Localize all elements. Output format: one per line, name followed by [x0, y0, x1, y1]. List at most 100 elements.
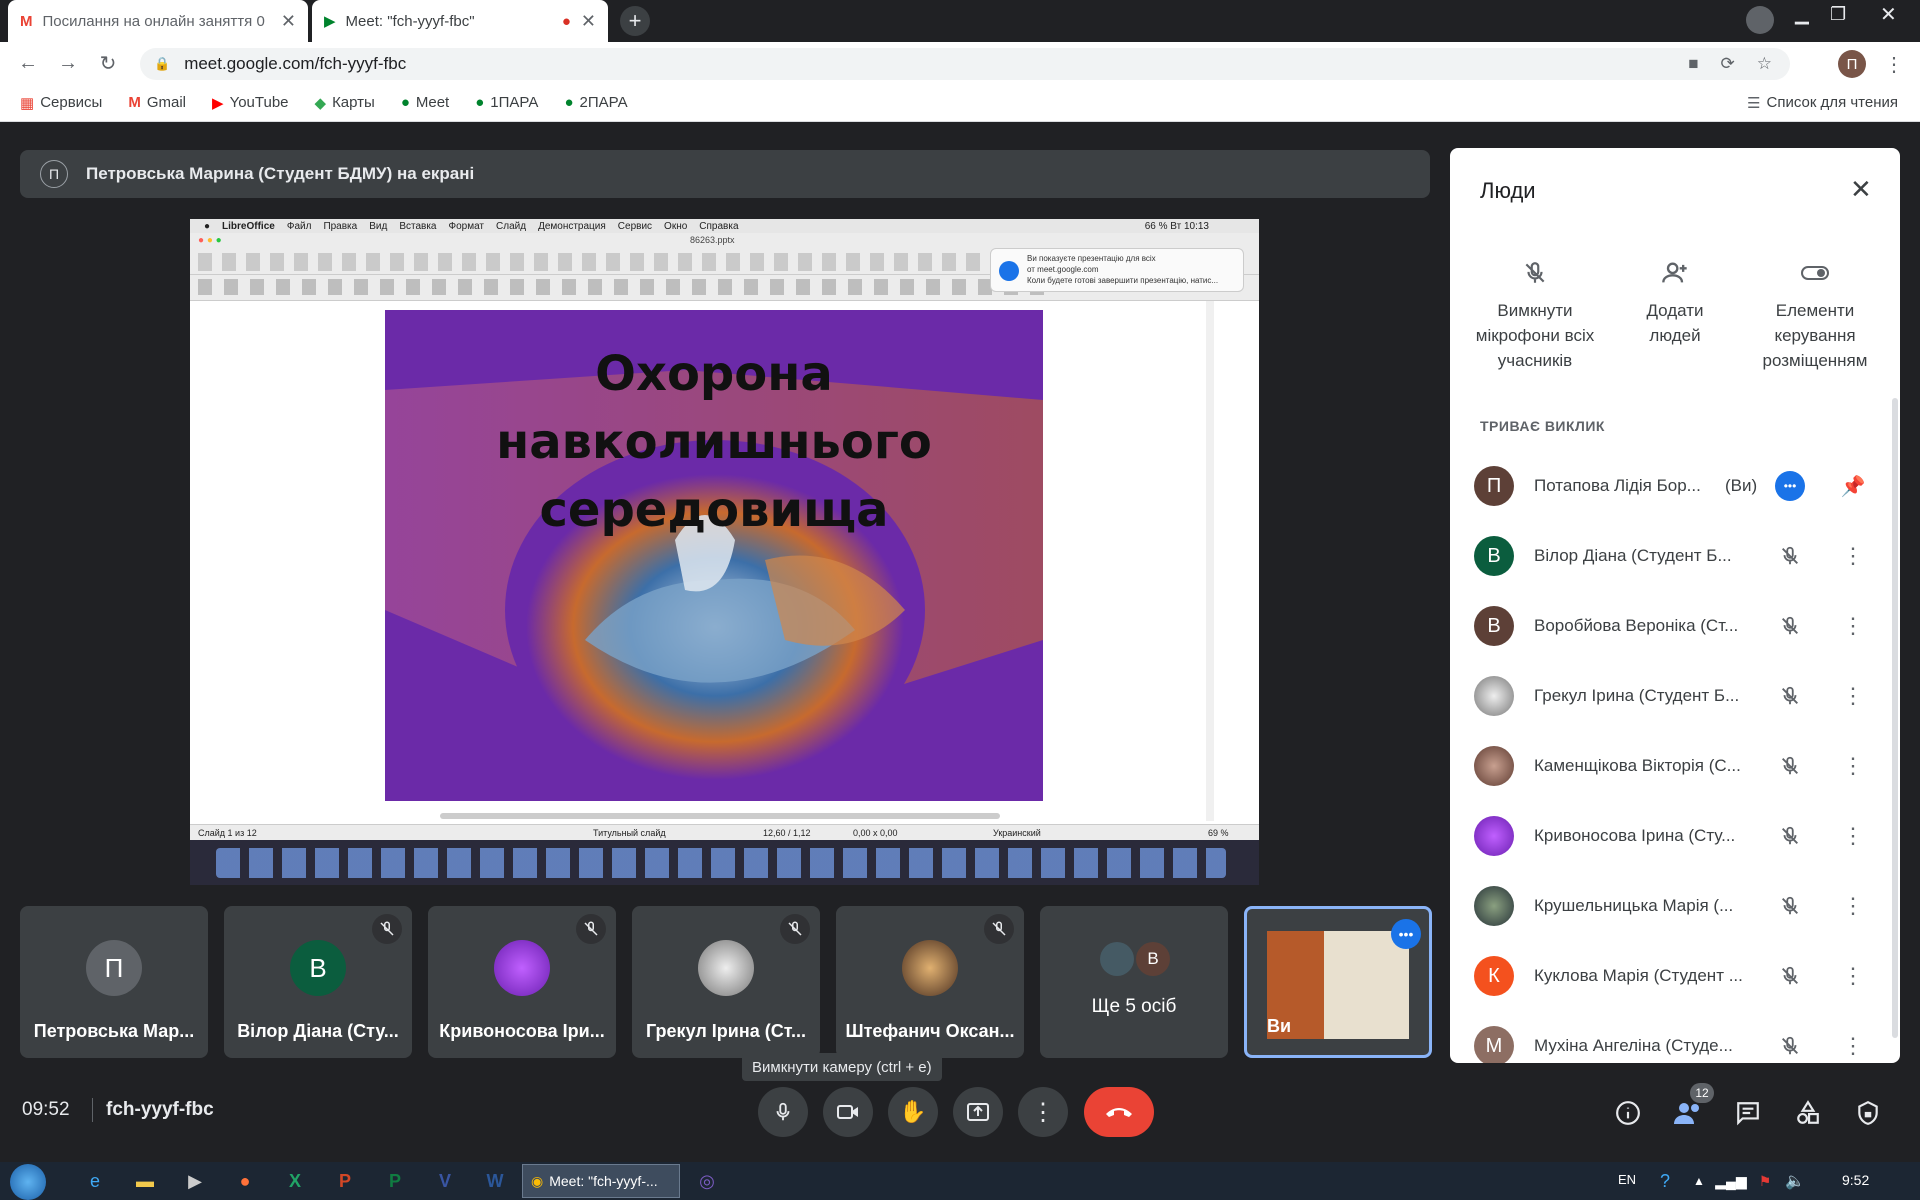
- participant-row[interactable]: Кривоносова Ірина (Сту... ⋮: [1450, 801, 1900, 871]
- leave-call-button[interactable]: [1084, 1087, 1154, 1137]
- mic-off-icon[interactable]: [1770, 606, 1810, 646]
- participant-tile[interactable]: Грекул Ірина (Ст...: [632, 906, 820, 1058]
- participant-row[interactable]: В Вілор Діана (Студент Б... ⋮: [1450, 521, 1900, 591]
- bookmark-maps[interactable]: ◆ Карты: [315, 94, 375, 112]
- mic-off-icon[interactable]: [1770, 1026, 1810, 1063]
- help-icon[interactable]: ?: [1650, 1166, 1680, 1196]
- more-options-icon[interactable]: •••: [1770, 466, 1810, 506]
- window-close-icon[interactable]: ✕: [1880, 2, 1897, 27]
- mic-off-icon[interactable]: [1770, 536, 1810, 576]
- excel-icon[interactable]: X: [280, 1166, 310, 1196]
- host-controls-button[interactable]: Елементи керування розміщенням: [1740, 248, 1890, 373]
- bookmark-2para[interactable]: ● 2ПАРА: [564, 94, 627, 111]
- start-button[interactable]: [10, 1164, 46, 1200]
- bookmark-meet[interactable]: ● Meet: [401, 94, 449, 111]
- participant-row[interactable]: Грекул Ірина (Студент Б... ⋮: [1450, 661, 1900, 731]
- mic-off-icon[interactable]: [1770, 676, 1810, 716]
- more-options-button[interactable]: ⋮: [1018, 1087, 1068, 1137]
- kebab-menu-icon[interactable]: ⋮: [1838, 606, 1868, 646]
- people-button[interactable]: 12: [1668, 1083, 1714, 1133]
- firefox-icon[interactable]: ●: [230, 1166, 260, 1196]
- viber-icon[interactable]: ◎: [692, 1166, 722, 1196]
- participant-tile[interactable]: Штефанич Оксан...: [836, 906, 1024, 1058]
- host-controls-button[interactable]: [1848, 1093, 1888, 1133]
- tray-arrow-icon[interactable]: ▲: [1684, 1166, 1714, 1196]
- activities-icon: [1797, 1100, 1819, 1124]
- powerpoint-icon[interactable]: P: [330, 1166, 360, 1196]
- address-bar[interactable]: 🔒 meet.google.com/fch-yyyf-fbc ■ ⟳ ☆: [140, 48, 1790, 80]
- kebab-menu-icon[interactable]: ⋮: [1838, 676, 1868, 716]
- language-indicator[interactable]: EN: [1618, 1172, 1636, 1187]
- kebab-menu-icon[interactable]: ⋮: [1838, 956, 1868, 996]
- folder-icon[interactable]: ▬: [130, 1166, 160, 1196]
- activities-button[interactable]: [1788, 1093, 1828, 1133]
- participant-tile[interactable]: В Вілор Діана (Сту...: [224, 906, 412, 1058]
- participant-row[interactable]: П Потапова Лідія Бор... (Ви) ••• 📌: [1450, 451, 1900, 521]
- chat-button[interactable]: [1728, 1093, 1768, 1133]
- kebab-menu-icon[interactable]: ⋮: [1838, 536, 1868, 576]
- mute-all-button[interactable]: Вимкнути мікрофони всіх учасників: [1460, 248, 1610, 373]
- mic-off-icon[interactable]: [1770, 816, 1810, 856]
- new-tab-button[interactable]: +: [620, 6, 650, 36]
- present-button[interactable]: [953, 1087, 1003, 1137]
- forward-icon[interactable]: →: [48, 43, 88, 83]
- more-participants-tile[interactable]: В Ще 5 осіб: [1040, 906, 1228, 1058]
- bookmark-youtube[interactable]: ▶ YouTube: [212, 94, 289, 112]
- media-player-icon[interactable]: ▶: [180, 1166, 210, 1196]
- kebab-menu-icon[interactable]: ⋮: [1838, 886, 1868, 926]
- close-icon[interactable]: ✕: [1850, 174, 1872, 205]
- toolbar-icons: [198, 253, 988, 271]
- microphone-button[interactable]: [758, 1087, 808, 1137]
- mic-off-icon: [984, 914, 1014, 944]
- tab-search-icon[interactable]: [1746, 6, 1774, 34]
- camera-icon[interactable]: ■: [1688, 54, 1698, 74]
- restore-icon[interactable]: ❐: [1830, 4, 1846, 25]
- people-scrollbar[interactable]: [1892, 398, 1898, 1038]
- meeting-details-button[interactable]: [1608, 1093, 1648, 1133]
- participant-name: Каменщікова Вікторія (С...: [1534, 756, 1741, 775]
- more-options-icon[interactable]: •••: [1391, 919, 1421, 949]
- self-tile[interactable]: ••• Ви: [1244, 906, 1432, 1058]
- reload-icon[interactable]: ↻: [88, 43, 128, 83]
- camera-button[interactable]: [823, 1087, 873, 1137]
- ie-icon[interactable]: e: [80, 1166, 110, 1196]
- publisher-icon[interactable]: P: [380, 1166, 410, 1196]
- participant-row[interactable]: Крушельницька Марія (... ⋮: [1450, 871, 1900, 941]
- participant-row[interactable]: Каменщікова Вікторія (С... ⋮: [1450, 731, 1900, 801]
- menu-item: Слайд: [496, 220, 527, 232]
- reading-list[interactable]: ☰ Список для чтения: [1747, 94, 1898, 112]
- pin-icon[interactable]: 📌: [1838, 466, 1868, 506]
- minimize-icon[interactable]: ▁: [1795, 4, 1809, 25]
- participant-row[interactable]: В Воробйова Вероніка (Ст... ⋮: [1450, 591, 1900, 661]
- kebab-menu-icon[interactable]: ⋮: [1838, 1026, 1868, 1063]
- flag-icon[interactable]: ⚑: [1750, 1166, 1780, 1196]
- participant-row[interactable]: М Мухіна Ангеліна (Студе... ⋮: [1450, 1011, 1900, 1063]
- translate-icon[interactable]: ⟳: [1721, 54, 1735, 74]
- volume-icon[interactable]: 🔈: [1780, 1166, 1810, 1196]
- close-icon[interactable]: ✕: [581, 11, 596, 32]
- close-icon[interactable]: ✕: [281, 11, 296, 32]
- tab-links[interactable]: M Посилання на онлайн заняття 0 ✕: [8, 0, 308, 42]
- mic-off-icon[interactable]: [1770, 886, 1810, 926]
- menu-kebab-icon[interactable]: ⋮: [1884, 52, 1904, 77]
- mic-off-icon[interactable]: [1770, 956, 1810, 996]
- bookmark-1para[interactable]: ● 1ПАРА: [475, 94, 538, 111]
- info-icon: [1616, 1101, 1640, 1125]
- taskbar-chrome-window[interactable]: ◉ Meet: "fch-yyyf-...: [522, 1164, 680, 1198]
- visio-icon[interactable]: V: [430, 1166, 460, 1196]
- bookmark-star-icon[interactable]: ☆: [1757, 54, 1772, 74]
- word-icon[interactable]: W: [480, 1166, 510, 1196]
- profile-avatar[interactable]: П: [1838, 50, 1866, 78]
- kebab-menu-icon[interactable]: ⋮: [1838, 816, 1868, 856]
- kebab-menu-icon[interactable]: ⋮: [1838, 746, 1868, 786]
- participant-tile[interactable]: П Петровська Мар...: [20, 906, 208, 1058]
- tab-meet[interactable]: ▶ Meet: "fch-yyyf-fbc" ● ✕: [312, 0, 608, 42]
- participant-tile[interactable]: Кривоносова Іри...: [428, 906, 616, 1058]
- mic-off-icon[interactable]: [1770, 746, 1810, 786]
- back-icon[interactable]: ←: [8, 43, 48, 83]
- bookmark-gmail[interactable]: M Gmail: [128, 94, 186, 111]
- add-people-button[interactable]: Додати людей: [1600, 248, 1750, 348]
- bookmark-services[interactable]: ▦ Сервисы: [20, 94, 102, 112]
- raise-hand-button[interactable]: ✋: [888, 1087, 938, 1137]
- participant-row[interactable]: К Куклова Марія (Студент ... ⋮: [1450, 941, 1900, 1011]
